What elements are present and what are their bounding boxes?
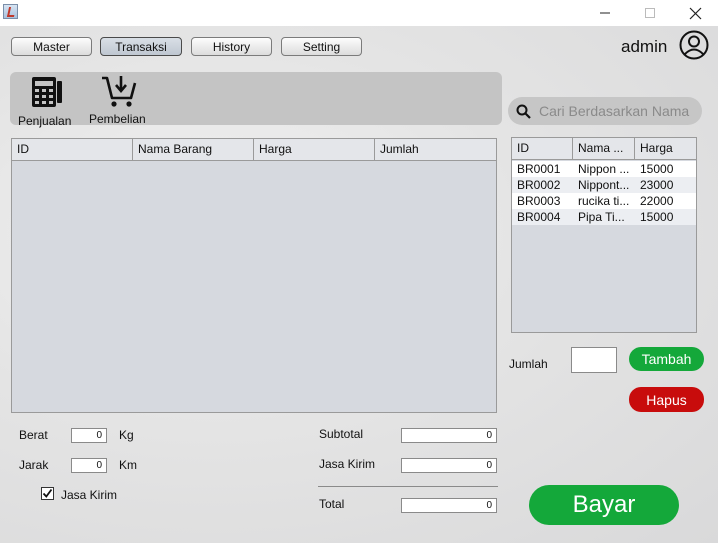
search-box[interactable]: Cari Berdasarkan Nama	[508, 97, 702, 125]
search-placeholder: Cari Berdasarkan Nama	[539, 103, 690, 119]
nav-history-button[interactable]: History	[191, 37, 272, 56]
product-table[interactable]: ID Nama ... Harga BR0001 Nippon ... 1500…	[511, 137, 697, 333]
window-titlebar	[0, 0, 718, 26]
row-harga: 23000	[640, 178, 674, 192]
total-label: Total	[319, 497, 345, 511]
table-row[interactable]: BR0002 Nippont... 23000	[512, 177, 696, 193]
berat-label: Berat	[19, 428, 48, 442]
nav-setting-button[interactable]: Setting	[281, 37, 362, 56]
jasa-kirim-checkbox[interactable]	[41, 487, 54, 500]
product-col-nama[interactable]: Nama ...	[573, 138, 635, 159]
close-button[interactable]	[672, 0, 718, 26]
penjualan-label: Penjualan	[18, 114, 72, 128]
transaction-toolbar: Penjualan Pembelian	[10, 72, 502, 128]
product-col-id[interactable]: ID	[512, 138, 573, 159]
cart-col-id[interactable]: ID	[12, 139, 133, 160]
jarak-unit: Km	[119, 458, 137, 472]
cart-col-nama-barang[interactable]: Nama Barang	[133, 139, 254, 160]
cart-col-jumlah[interactable]: Jumlah	[375, 139, 496, 160]
nav-transaksi-button[interactable]: Transaksi	[100, 37, 182, 56]
username-label: admin	[621, 37, 668, 56]
java-app-icon	[3, 4, 18, 19]
row-nama: rucika ti...	[578, 194, 630, 208]
berat-unit: Kg	[119, 428, 134, 442]
row-id: BR0003	[517, 194, 561, 208]
table-row[interactable]: BR0004 Pipa Ti... 15000	[512, 209, 696, 225]
subtotal-field: 0	[401, 428, 497, 443]
jarak-label: Jarak	[19, 458, 49, 472]
cash-register-icon	[32, 77, 62, 107]
pembelian-button[interactable]: Pembelian	[89, 72, 153, 126]
pembelian-label: Pembelian	[89, 112, 146, 126]
subtotal-label: Subtotal	[319, 427, 364, 441]
row-nama: Nippont...	[578, 178, 630, 192]
row-harga: 15000	[640, 210, 674, 224]
jumlah-label: Jumlah	[509, 357, 548, 371]
penjualan-button[interactable]: Penjualan	[16, 72, 76, 128]
berat-input[interactable]: 0	[71, 428, 107, 443]
table-row[interactable]: BR0003 rucika ti... 22000	[512, 193, 696, 209]
row-harga: 22000	[640, 194, 674, 208]
minimize-icon	[600, 12, 610, 14]
close-icon	[689, 7, 701, 19]
row-id: BR0004	[517, 210, 561, 224]
user-avatar-icon[interactable]	[679, 30, 709, 60]
total-divider	[318, 486, 498, 487]
main-panel: Master Transaksi History Setting admin P…	[0, 26, 718, 543]
maximize-icon	[645, 8, 655, 18]
checkmark-icon	[42, 488, 53, 498]
maximize-button	[627, 0, 673, 26]
total-field: 0	[401, 498, 497, 513]
jarak-input[interactable]: 0	[71, 458, 107, 473]
row-harga: 15000	[640, 162, 674, 176]
hapus-button[interactable]: Hapus	[629, 387, 704, 412]
jasa-kirim-field: 0	[401, 458, 497, 473]
jasa-kirim-checkbox-label[interactable]: Jasa Kirim	[61, 488, 117, 502]
table-row[interactable]: BR0001 Nippon ... 15000	[512, 161, 696, 177]
row-id: BR0001	[517, 162, 561, 176]
cart-icon	[102, 76, 137, 107]
product-col-harga[interactable]: Harga	[635, 138, 696, 159]
row-nama: Nippon ...	[578, 162, 630, 176]
row-id: BR0002	[517, 178, 561, 192]
cart-col-harga[interactable]: Harga	[254, 139, 375, 160]
bayar-button[interactable]: Bayar	[529, 485, 679, 525]
search-icon	[516, 104, 531, 119]
jasa-kirim-label: Jasa Kirim	[319, 457, 376, 471]
jumlah-input[interactable]	[571, 347, 617, 373]
minimize-button[interactable]	[582, 0, 628, 26]
tambah-button[interactable]: Tambah	[629, 347, 704, 371]
product-table-header: ID Nama ... Harga	[512, 138, 696, 160]
nav-master-button[interactable]: Master	[11, 37, 92, 56]
row-nama: Pipa Ti...	[578, 210, 625, 224]
cart-table[interactable]: ID Nama Barang Harga Jumlah	[11, 138, 497, 413]
cart-table-header: ID Nama Barang Harga Jumlah	[12, 139, 496, 161]
